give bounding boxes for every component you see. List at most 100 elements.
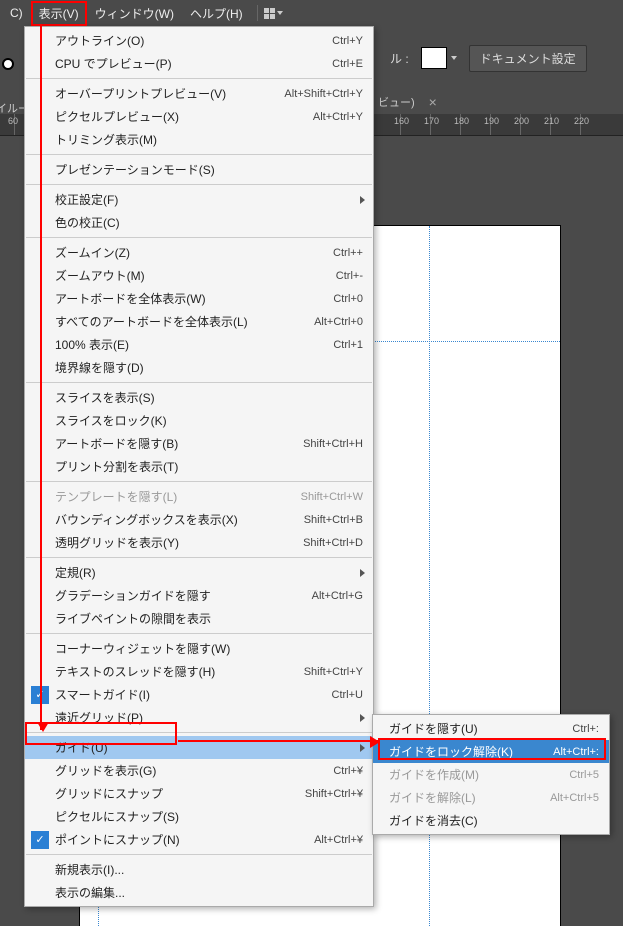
close-icon[interactable]: ×	[429, 95, 437, 109]
menu-shortcut: Alt+Ctrl+¥	[314, 834, 363, 846]
annotation-arrow-right	[178, 740, 378, 742]
menu-shortcut: Ctrl+U	[332, 689, 363, 701]
menu-shortcut: Alt+Ctrl+Y	[313, 111, 363, 123]
submenu-item: ガイドを作成(M)Ctrl+5	[373, 763, 609, 786]
menu-shortcut: Ctrl+E	[332, 58, 363, 70]
fill-swatch[interactable]	[421, 47, 457, 69]
menu-item[interactable]: ズームイン(Z)Ctrl++	[25, 241, 373, 264]
menu-item[interactable]: 新規表示(I)...	[25, 858, 373, 881]
document-tab[interactable]: ビュー) ×	[378, 90, 437, 114]
submenu-item[interactable]: ガイドを消去(C)	[373, 809, 609, 832]
menubar-item-help[interactable]: ヘルプ(H)	[182, 1, 251, 26]
submenu-arrow-icon	[360, 569, 365, 577]
menu-item[interactable]: バウンディングボックスを表示(X)Shift+Ctrl+B	[25, 508, 373, 531]
menu-item-label: テンプレートを隠す(L)	[55, 488, 281, 505]
menu-item[interactable]: ズームアウト(M)Ctrl+-	[25, 264, 373, 287]
ruler-label: 190	[484, 116, 499, 126]
menubar-item-prev[interactable]: C)	[2, 2, 31, 24]
menu-item-label: スマートガイド(I)	[55, 686, 312, 703]
menu-item-label: プレゼンテーションモード(S)	[55, 161, 363, 178]
ruler-label: 210	[544, 116, 559, 126]
menu-item[interactable]: アートボードを全体表示(W)Ctrl+0	[25, 287, 373, 310]
menu-item-label: オーバープリントプレビュー(V)	[55, 85, 264, 102]
menu-item[interactable]: CPU でプレビュー(P)Ctrl+E	[25, 52, 373, 75]
submenu-arrow-icon	[360, 744, 365, 752]
menu-separator	[26, 557, 372, 558]
menu-item[interactable]: 透明グリッドを表示(Y)Shift+Ctrl+D	[25, 531, 373, 554]
menu-item[interactable]: プレゼンテーションモード(S)	[25, 158, 373, 181]
menu-item[interactable]: スライスを表示(S)	[25, 386, 373, 409]
menu-item[interactable]: プリント分割を表示(T)	[25, 455, 373, 478]
annotation-arrow-down	[40, 24, 42, 730]
menu-item-label: トリミング表示(M)	[55, 131, 363, 148]
menu-item-label: 表示の編集...	[55, 884, 363, 901]
menu-item[interactable]: グリッドを表示(G)Ctrl+¥	[25, 759, 373, 782]
menubar-item-window[interactable]: ウィンドウ(W)	[87, 1, 182, 26]
ruler-label: 160	[394, 116, 409, 126]
ruler-label: 170	[424, 116, 439, 126]
menu-item[interactable]: オーバープリントプレビュー(V)Alt+Shift+Ctrl+Y	[25, 82, 373, 105]
menu-item-label: スライスを表示(S)	[55, 389, 363, 406]
submenu-item-label: ガイドを作成(M)	[389, 766, 549, 783]
menu-shortcut: Ctrl+¥	[333, 765, 363, 777]
menu-shortcut: Ctrl+Y	[332, 35, 363, 47]
menubar-divider	[257, 5, 258, 21]
menu-item-label: 色の校正(C)	[55, 214, 363, 231]
menu-item[interactable]: スライスをロック(K)	[25, 409, 373, 432]
menu-item-label: 境界線を隠す(D)	[55, 359, 363, 376]
menubar: C) 表示(V) ウィンドウ(W) ヘルプ(H)	[0, 0, 623, 26]
guide-submenu: ガイドを隠す(U)Ctrl+:ガイドをロック解除(K)Alt+Ctrl+:ガイド…	[372, 714, 610, 835]
annotation-box-unlock	[378, 738, 606, 760]
menu-item[interactable]: 定規(R)	[25, 561, 373, 584]
ruler-label: 220	[574, 116, 589, 126]
menu-item-label: アートボードを全体表示(W)	[55, 290, 313, 307]
menu-item[interactable]: すべてのアートボードを全体表示(L)Alt+Ctrl+0	[25, 310, 373, 333]
menu-separator	[26, 78, 372, 79]
menu-item-label: ピクセルプレビュー(X)	[55, 108, 293, 125]
submenu-item-label: ガイドを解除(L)	[389, 789, 530, 806]
menu-item-label: グラデーションガイドを隠す	[55, 587, 292, 604]
menu-item[interactable]: ライブペイントの隙間を表示	[25, 607, 373, 630]
menu-item[interactable]: 境界線を隠す(D)	[25, 356, 373, 379]
menu-item[interactable]: 100% 表示(E)Ctrl+1	[25, 333, 373, 356]
workspace-switcher[interactable]	[264, 8, 283, 19]
menu-item[interactable]: アートボードを隠す(B)Shift+Ctrl+H	[25, 432, 373, 455]
grid-icon	[264, 8, 275, 19]
menu-shortcut: Shift+Ctrl+D	[303, 537, 363, 549]
menu-shortcut: Shift+Ctrl+W	[301, 491, 363, 503]
check-icon: ✓	[31, 831, 49, 849]
document-settings-button[interactable]: ドキュメント設定	[469, 45, 587, 72]
ruler-label: 200	[514, 116, 529, 126]
menu-item[interactable]: アウトライン(O)Ctrl+Y	[25, 29, 373, 52]
menu-separator	[26, 633, 372, 634]
stroke-swatch-circle[interactable]	[2, 58, 14, 70]
submenu-item[interactable]: ガイドを隠す(U)Ctrl+:	[373, 717, 609, 740]
menu-item[interactable]: 校正設定(F)	[25, 188, 373, 211]
menu-item[interactable]: ✓ ポイントにスナップ(N) Alt+Ctrl+¥	[25, 828, 373, 851]
menu-item[interactable]: ✓スマートガイド(I)Ctrl+U	[25, 683, 373, 706]
menu-item-label: ライブペイントの隙間を表示	[55, 610, 363, 627]
menu-separator	[26, 481, 372, 482]
menubar-item-view[interactable]: 表示(V)	[31, 1, 87, 26]
menu-item-label: ズームイン(Z)	[55, 244, 313, 261]
menu-item[interactable]: グラデーションガイドを隠すAlt+Ctrl+G	[25, 584, 373, 607]
menu-item[interactable]: テキストのスレッドを隠す(H)Shift+Ctrl+Y	[25, 660, 373, 683]
fill-label: ル :	[390, 50, 409, 67]
menu-item[interactable]: ピクセルプレビュー(X) Alt+Ctrl+Y	[25, 105, 373, 128]
menu-item-label: テキストのスレッドを隠す(H)	[55, 663, 284, 680]
menu-item-label: ポイントにスナップ(N)	[55, 831, 294, 848]
submenu-shortcut: Alt+Ctrl+5	[550, 792, 599, 804]
menu-item[interactable]: コーナーウィジェットを隠す(W)	[25, 637, 373, 660]
menu-item[interactable]: 色の校正(C)	[25, 211, 373, 234]
tab-label: ビュー)	[378, 94, 415, 110]
caret-down-icon	[277, 11, 283, 15]
submenu-arrow-icon	[360, 196, 365, 204]
menu-item[interactable]: ピクセルにスナップ(S)	[25, 805, 373, 828]
menu-item-label: バウンディングボックスを表示(X)	[55, 511, 284, 528]
menu-item[interactable]: トリミング表示(M)	[25, 128, 373, 151]
menu-shortcut: Shift+Ctrl+¥	[305, 788, 363, 800]
view-menu: アウトライン(O)Ctrl+YCPU でプレビュー(P)Ctrl+E オーバープリ…	[24, 26, 374, 907]
ruler-label: 180	[454, 116, 469, 126]
menu-item[interactable]: 表示の編集...	[25, 881, 373, 904]
menu-item[interactable]: グリッドにスナップShift+Ctrl+¥	[25, 782, 373, 805]
